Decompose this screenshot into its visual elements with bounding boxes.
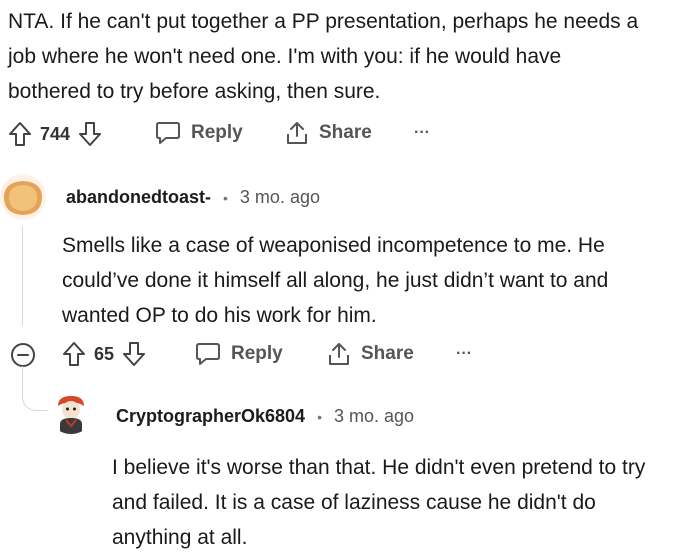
comment-line: bothered to try before asking, then sure… <box>8 80 381 103</box>
more-options-button[interactable]: ··· <box>414 124 430 142</box>
comment-line: NTA. If he can't put together a PP prese… <box>8 10 639 33</box>
speech-bubble-icon <box>155 121 181 145</box>
comment-body: I believe it's worse than that. He didn'… <box>112 450 697 555</box>
thread-line[interactable] <box>22 226 23 326</box>
collapse-minus-icon <box>11 343 35 367</box>
share-icon <box>285 120 309 146</box>
comment-body: NTA. If he can't put together a PP prese… <box>8 4 698 109</box>
username[interactable]: CryptographerOk6804 <box>116 406 305 427</box>
comment-line: anything at all. <box>112 526 248 549</box>
arrow-down-icon[interactable] <box>78 121 102 147</box>
comment-line: and failed. It is a case of laziness cau… <box>112 491 596 514</box>
arrow-up-icon[interactable] <box>62 341 86 367</box>
separator-dot: • <box>223 189 228 206</box>
thread-branch <box>22 366 49 411</box>
reply-button[interactable]: Reply <box>155 121 243 145</box>
timestamp: 3 mo. ago <box>239 187 320 207</box>
comment-line: I believe it's worse than that. He didn'… <box>112 456 646 479</box>
vote-count: 744 <box>40 123 71 144</box>
speech-bubble-icon <box>195 342 221 366</box>
vote-count: 65 <box>94 343 115 364</box>
share-button[interactable]: Share <box>327 341 414 367</box>
comment-header: CryptographerOk6804 • 3 mo. ago <box>116 406 414 427</box>
share-label: Share <box>361 343 414 364</box>
avatar[interactable] <box>48 388 94 434</box>
separator-dot: • <box>317 408 322 425</box>
more-options-button[interactable]: ··· <box>456 345 472 363</box>
comment-header: abandonedtoast- • 3 mo. ago <box>66 187 320 208</box>
arrow-up-icon[interactable] <box>8 121 32 147</box>
avatar[interactable] <box>0 174 46 220</box>
share-label: Share <box>319 122 372 143</box>
comment-body: Smells like a case of weaponised incompe… <box>62 228 692 333</box>
share-icon <box>327 341 351 367</box>
reply-button[interactable]: Reply <box>195 342 283 366</box>
comment-line: wanted OP to do his work for him. <box>62 304 377 327</box>
username[interactable]: abandonedtoast- <box>66 187 211 208</box>
arrow-down-icon[interactable] <box>122 341 146 367</box>
comment-line: Smells like a case of weaponised incompe… <box>62 234 605 257</box>
vote-bar: 65 <box>62 341 146 367</box>
timestamp: 3 mo. ago <box>333 406 415 426</box>
reply-label: Reply <box>191 122 243 143</box>
reply-label: Reply <box>231 343 283 364</box>
comment-line: job where he won't need one. I'm with yo… <box>8 45 562 68</box>
vote-bar: 744 <box>8 121 102 147</box>
ellipsis-icon: ··· <box>414 124 430 141</box>
ellipsis-icon: ··· <box>456 345 472 362</box>
comment-line: could’ve done it himself all along, he j… <box>62 269 609 292</box>
share-button[interactable]: Share <box>285 120 372 146</box>
